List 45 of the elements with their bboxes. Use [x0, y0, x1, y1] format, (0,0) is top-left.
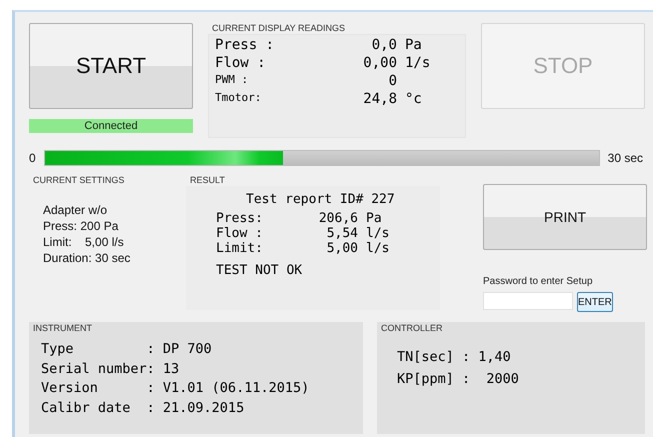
print-button[interactable]: PRINT [483, 184, 647, 250]
reading-value: 0,00 [362, 55, 398, 71]
info-line: Type : DP 700 [41, 340, 213, 359]
test-verdict: TEST NOT OK [216, 263, 304, 278]
info-line: Serial number: 13 [41, 360, 180, 378]
result-unit: l/s [366, 226, 390, 241]
group-title: CURRENT DISPLAY READINGS [211, 22, 346, 34]
result-label: Flow : [216, 226, 264, 241]
info-line: Calibr date : 21.09.2015 [41, 398, 246, 418]
result-label: Limit: [216, 241, 264, 256]
group-title: CONTROLLER [380, 322, 444, 334]
start-button[interactable]: START [29, 23, 193, 109]
result-value: 206,6 [318, 211, 359, 226]
password-label: Password to enter Setup [483, 276, 594, 287]
progress-max-label: 30 sec [608, 151, 643, 165]
info-line: TN[sec] : 1,40 [397, 348, 512, 367]
reading-label: Tmotor: [215, 91, 262, 106]
password-field[interactable] [483, 292, 573, 310]
result-value: 5,54 [326, 226, 359, 241]
result-unit: l/s [366, 241, 390, 256]
progress-min-label: 0 [29, 151, 36, 165]
setting-line: Duration: 30 sec [43, 250, 132, 266]
report-heading: Test report ID# 227 [245, 192, 396, 207]
reading-unit: Pa [405, 37, 423, 53]
reading-label: PWM : [215, 73, 250, 88]
info-line: Version : V1.01 (06.11.2015) [41, 379, 310, 398]
result-value: 5,00 [326, 241, 359, 256]
reading-value: 0 [388, 73, 398, 89]
setting-line: Press: 200 Pa [43, 218, 120, 234]
group-title: CURRENT SETTINGS [32, 174, 126, 186]
connection-status: Connected [29, 119, 193, 133]
group-title: RESULT [189, 174, 226, 186]
info-line: KP[ppm] : 2000 [397, 370, 520, 389]
reading-label: Press : [215, 37, 276, 53]
setting-line: Limit: 5,00 l/s [43, 234, 125, 250]
group-title: INSTRUMENT [32, 322, 93, 334]
setting-line: Adapter w/o [43, 202, 108, 218]
reading-label: Flow : [215, 55, 267, 71]
enter-button[interactable]: ENTER [577, 292, 613, 312]
reading-value: 0,0 [370, 37, 398, 53]
reading-unit: °c [405, 91, 423, 107]
result-label: Press: [216, 211, 264, 226]
result-unit: Pa [366, 211, 383, 226]
reading-unit: 1/s [405, 55, 432, 71]
reading-value: 24,8 [362, 91, 398, 107]
